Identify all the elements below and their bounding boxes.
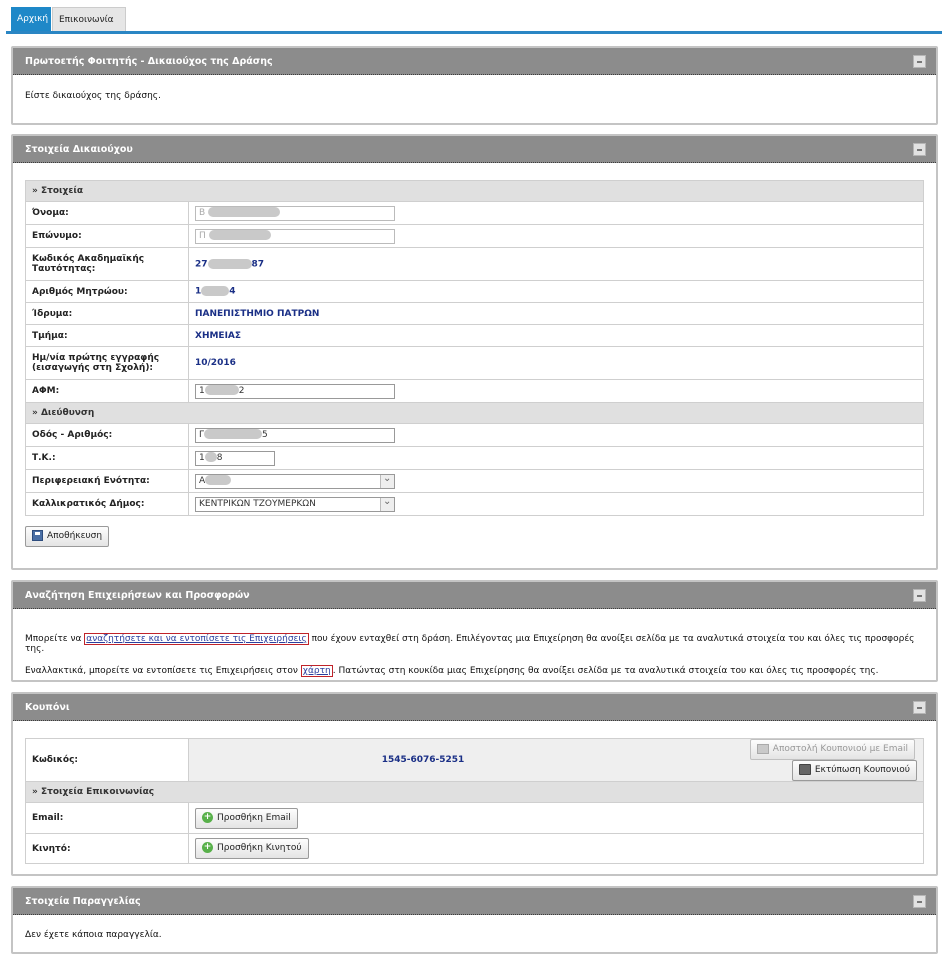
save-button[interactable]: Αποθήκευση <box>25 526 110 547</box>
academic-id-label: Κωδικός Ακαδημαϊκής Ταυτότητας: <box>25 247 189 281</box>
search-panel-header: Αναζήτηση Επιχειρήσεων και Προσφορών <box>13 582 936 609</box>
beneficiary-details-table: » Στοιχεία Όνομα: Β Επώνυμο: Π Κωδικός Α… <box>25 180 924 516</box>
first-name-label: Όνομα: <box>25 201 189 225</box>
add-mobile-button[interactable]: + Προσθήκη Κινητού <box>195 838 309 859</box>
collapse-icon[interactable] <box>913 895 926 908</box>
status-panel-title: Πρωτοετής Φοιτητής - Δικαιούχος της Δράσ… <box>25 56 273 67</box>
last-name-field[interactable]: Π <box>195 228 395 244</box>
first-name-field[interactable]: Β <box>195 205 395 221</box>
status-panel: Πρωτοετής Φοιτητής - Δικαιούχος της Δράσ… <box>11 46 938 125</box>
coupon-panel: Κουπόνι Κωδικός: 1545-6076-5251 Αποστολή… <box>11 692 938 876</box>
section-details-heading: » Στοιχεία <box>25 180 924 202</box>
orders-panel-header: Στοιχεία Παραγγελίας <box>13 888 936 915</box>
email-label: Email: <box>25 802 189 834</box>
collapse-icon[interactable] <box>913 701 926 714</box>
beneficiary-panel-title: Στοιχεία Δικαιούχου <box>25 144 133 155</box>
tab-home[interactable]: Αρχική <box>11 7 51 31</box>
institution-value: ΠΑΝΕΠΙΣΤΗΜΙΟ ΠΑΤΡΩΝ <box>188 302 924 325</box>
status-message: Είστε δικαιούχος της δράσης. <box>25 91 161 101</box>
municipality-select[interactable]: ΚΕΝΤΡΙΚΩΝ ΤΖΟΥΜΕΡΚΩΝ <box>195 495 395 512</box>
street-label: Οδός - Αριθμός: <box>25 423 189 447</box>
academic-id-value: 27 87 <box>188 247 924 281</box>
registry-value: 14 <box>188 280 924 303</box>
search-businesses-link[interactable]: αναζητήσετε και να εντοπίσετε τις Επιχει… <box>84 633 309 645</box>
save-icon <box>32 530 43 541</box>
orders-panel-title: Στοιχεία Παραγγελίας <box>25 896 141 907</box>
department-value: ΧΗΜΕΙΑΣ <box>188 324 924 347</box>
department-label: Τμήμα: <box>25 324 189 347</box>
postcode-label: Τ.Κ.: <box>25 446 189 470</box>
coupon-code-label: Κωδικός: <box>25 738 189 782</box>
search-panel-title: Αναζήτηση Επιχειρήσεων και Προσφορών <box>25 590 250 601</box>
coupon-code-value: 1545-6076-5251 <box>188 738 657 782</box>
map-link[interactable]: χάρτη <box>300 665 333 677</box>
orders-panel: Στοιχεία Παραγγελίας Δεν έχετε κάποια πα… <box>11 886 938 954</box>
search-text-line-1: Μπορείτε να αναζητήσετε και να εντοπίσετ… <box>25 633 915 654</box>
last-name-label: Επώνυμο: <box>25 224 189 248</box>
collapse-icon[interactable] <box>913 55 926 68</box>
chevron-down-icon <box>380 495 394 511</box>
orders-message: Δεν έχετε κάποια παραγγελία. <box>25 930 162 940</box>
coupon-panel-title: Κουπόνι <box>25 702 70 713</box>
tab-underline <box>6 31 942 34</box>
send-coupon-email-button[interactable]: Αποστολή Κουπονιού με Email <box>749 739 915 760</box>
plus-icon: + <box>202 842 213 853</box>
municipality-label: Καλλικρατικός Δήμος: <box>25 492 189 516</box>
plus-icon: + <box>202 811 213 823</box>
beneficiary-panel: Στοιχεία Δικαιούχου » Στοιχεία Όνομα: Β … <box>11 134 938 570</box>
region-select[interactable]: Α <box>195 472 395 489</box>
coupon-table: Κωδικός: 1545-6076-5251 Αποστολή Κουπονι… <box>25 738 924 864</box>
search-panel: Αναζήτηση Επιχειρήσεων και Προσφορών Μπο… <box>11 580 938 682</box>
afm-label: ΑΦΜ: <box>25 379 189 403</box>
institution-label: Ίδρυμα: <box>25 302 189 325</box>
afm-field[interactable]: 12 <box>195 383 395 399</box>
first-enrollment-label: Ημ/νία πρώτης εγγραφής (εισαγωγής στη Σχ… <box>25 346 189 380</box>
section-address-heading: » Διεύθυνση <box>25 402 924 424</box>
add-email-button[interactable]: + Προσθήκη Email <box>195 807 298 829</box>
mobile-label: Κινητό: <box>25 833 189 864</box>
search-text-line-2: Εναλλακτικά, μπορείτε να εντοπίσετε τις … <box>25 665 879 677</box>
street-field[interactable]: Γ5 <box>195 427 395 443</box>
envelope-icon <box>756 743 769 754</box>
chevron-down-icon <box>380 472 394 488</box>
first-enrollment-value: 10/2016 <box>188 346 924 380</box>
status-panel-header: Πρωτοετής Φοιτητής - Δικαιούχος της Δράσ… <box>13 48 936 75</box>
collapse-icon[interactable] <box>913 589 926 602</box>
coupon-panel-header: Κουπόνι <box>13 694 936 721</box>
region-label: Περιφερειακή Ενότητα: <box>25 469 189 493</box>
collapse-icon[interactable] <box>913 143 926 156</box>
registry-label: Αριθμός Μητρώου: <box>25 280 189 303</box>
section-contact-heading: » Στοιχεία Επικοινωνίας <box>25 781 924 803</box>
tab-contact[interactable]: Επικοινωνία <box>52 7 126 31</box>
printer-icon <box>798 764 811 775</box>
postcode-field[interactable]: 18 <box>195 450 275 466</box>
beneficiary-panel-header: Στοιχεία Δικαιούχου <box>13 136 936 163</box>
print-coupon-button[interactable]: Εκτύπωση Κουπονιού <box>791 760 917 781</box>
